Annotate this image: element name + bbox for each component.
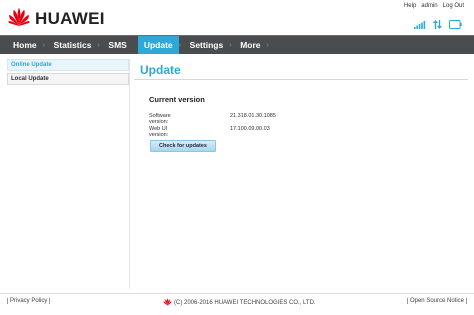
huawei-petal-logo-icon: [8, 7, 30, 32]
help-link[interactable]: Help: [404, 3, 416, 9]
signal-strength-icon[interactable]: [414, 16, 426, 34]
user-link[interactable]: admin: [421, 3, 437, 9]
main-content: Update Current version Software version:…: [134, 59, 470, 289]
software-version-value: 21.318.01.30.1085: [230, 113, 276, 119]
footer: Privacy Policy (C) 2006-2016 HUAWEI TECH…: [0, 293, 474, 315]
sidebar: Online Update Local Update: [7, 59, 130, 289]
nav-statistics[interactable]: Statistics: [48, 36, 98, 54]
page-title: Update: [140, 63, 181, 77]
check-for-updates-button[interactable]: Check for updates: [150, 140, 216, 152]
title-divider: [134, 79, 468, 80]
webui-version-label: Web UI version:: [149, 126, 169, 138]
nav-home[interactable]: Home: [7, 36, 43, 54]
sidebar-item-local-update[interactable]: Local Update: [7, 73, 129, 85]
nav-settings[interactable]: Settings: [184, 36, 230, 54]
huawei-small-logo-icon: [163, 298, 172, 308]
copyright: (C) 2006-2016 HUAWEI TECHNOLOGIES CO., L…: [163, 298, 316, 308]
header: HUAWEI Help admin Log Out: [0, 0, 474, 33]
main-nav: Home › Statistics › SMS Update › Setting…: [0, 35, 474, 54]
brand-name: HUAWEI: [35, 9, 105, 28]
nav-update[interactable]: Update: [137, 36, 179, 54]
status-icons: [414, 16, 462, 34]
sidebar-item-online-update[interactable]: Online Update: [7, 59, 129, 71]
nav-separator: ›: [266, 41, 269, 49]
data-transfer-icon[interactable]: [433, 16, 442, 34]
nav-more[interactable]: More: [234, 36, 266, 54]
open-source-notice-link[interactable]: Open Source Notice: [406, 298, 467, 304]
webui-version-value: 17.100.09.00.03: [230, 126, 270, 132]
software-version-label: Software version:: [149, 113, 171, 125]
top-links: Help admin Log Out: [404, 3, 464, 9]
battery-icon[interactable]: [449, 16, 462, 34]
huawei-logo: HUAWEI: [8, 7, 105, 31]
nav-sms[interactable]: SMS: [102, 36, 132, 54]
logout-link[interactable]: Log Out: [443, 3, 464, 9]
section-title: Current version: [149, 95, 205, 104]
privacy-policy-link[interactable]: Privacy Policy: [7, 298, 51, 304]
copyright-text: (C) 2006-2016 HUAWEI TECHNOLOGIES CO., L…: [174, 300, 316, 306]
